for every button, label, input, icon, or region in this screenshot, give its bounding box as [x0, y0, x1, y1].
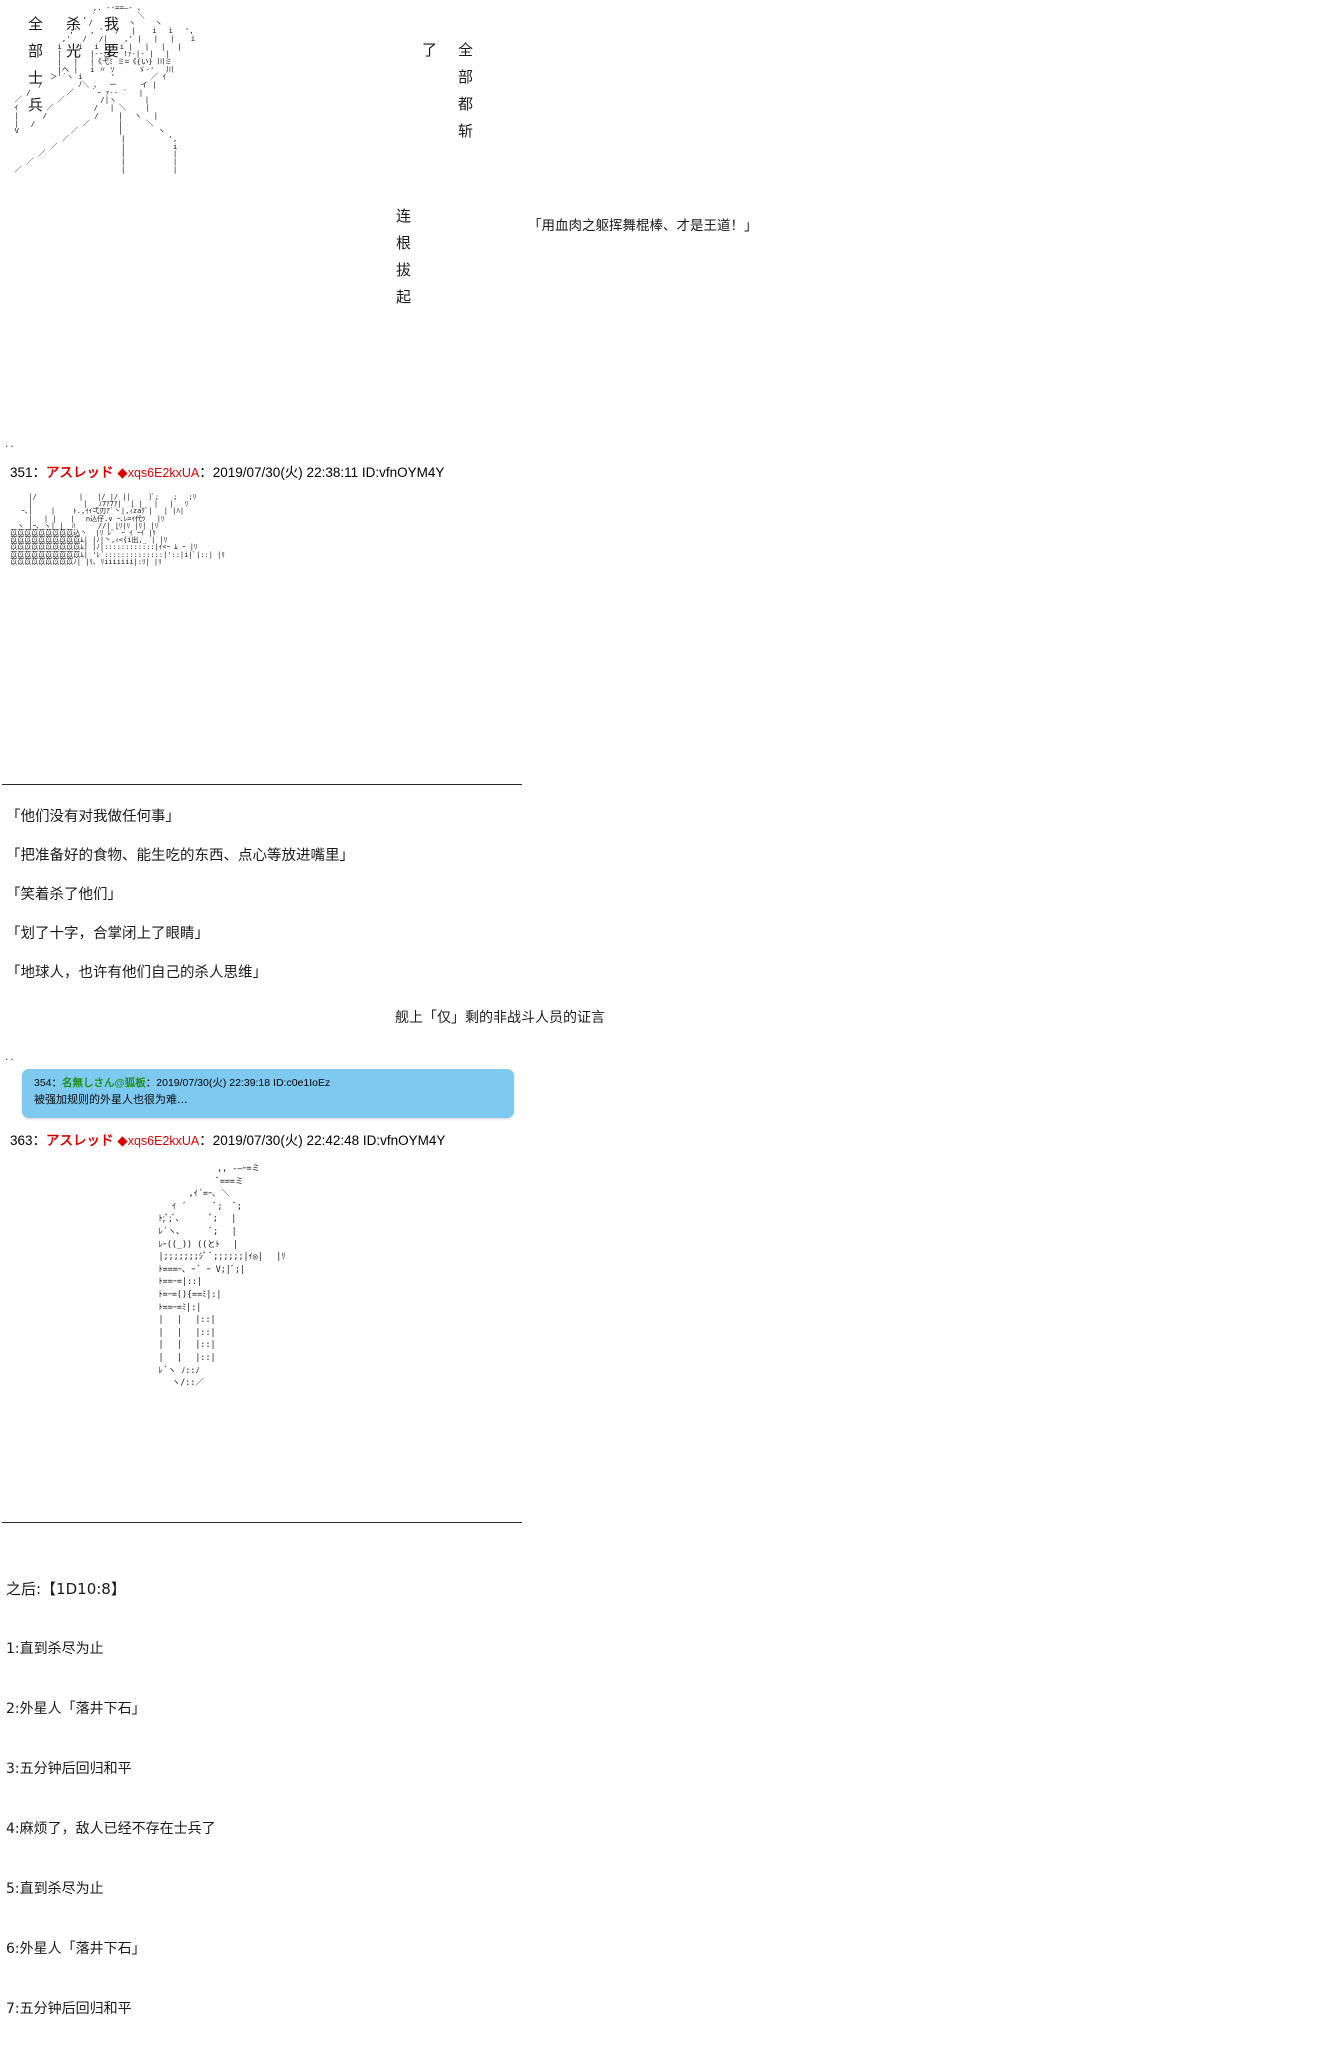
thread-page: 全部士兵 杀光 我要 了 全部都斩 连根拔起 ,. -‐==―- 、 , ´ ＼… — [0, 0, 1320, 2059]
post-sep: ： — [32, 1133, 47, 1148]
dice-option[interactable]: 2:外星人「落井下石」 — [6, 1699, 1320, 1719]
bottom-dots-top-panel: .. — [4, 440, 15, 450]
divider-351 — [2, 784, 522, 785]
post-id-363: ID:vfnOYM4Y — [362, 1133, 446, 1148]
vertical-text-mid-col-2: 全部都斩 — [456, 42, 474, 150]
dice-option[interactable]: 7:五分钟后回归和平 — [6, 1999, 1320, 2019]
post-date-354: 2019/07/30(火) 22:39:18 — [156, 1077, 271, 1089]
post-sep: ： — [51, 1077, 63, 1089]
dialogue-block-351: 「他们没有对我做任何事」 「把准备好的食物、能生吃的东西、点心等放进嘴里」 「笑… — [6, 803, 1320, 987]
post-id-351: ID:vfnOYM4Y — [361, 465, 445, 480]
dice-title: 之后:【1D10:8】 — [6, 1580, 126, 1598]
spacer-dots-mid: .. — [4, 1053, 15, 1063]
post-header-354: 354：名無しさん@狐板：2019/07/30(火) 22:39:18 ID:c… — [34, 1076, 504, 1090]
dice-option[interactable]: 6:外星人「落井下石」 — [6, 1939, 1320, 1959]
post-date-351: 2019/07/30(火) 22:38:11 — [212, 465, 359, 480]
dialogue-line: 「把准备好的食物、能生吃的东西、点心等放进嘴里」 — [6, 848, 354, 864]
ascii-art-top: ,. -‐==―- 、 , ´ ＼ / / ヽ ヽ ,' , ' / | i i… — [14, 3, 196, 174]
dice-option[interactable]: 5:直到杀尽为止 — [6, 1879, 1320, 1899]
highlighted-reply-354[interactable]: 354：名無しさん@狐板：2019/07/30(火) 22:39:18 ID:c… — [22, 1069, 514, 1118]
aa-panel-363: ,, -―ｰ=ミ ﾞ===ミ ,ｲ´=ｰ､ ＼ ｲ ´ ﾞ; ﾞ; ﾄ;ﾞ;ﾞ､… — [0, 1156, 1320, 1516]
dialogue-line: 「笑着杀了他们」 — [6, 887, 122, 903]
post-author-363[interactable]: アスレッド — [46, 1133, 114, 1148]
diamond-icon: ◆ — [117, 1133, 128, 1148]
post-author-351[interactable]: アスレッド — [46, 465, 114, 480]
dialogue-line: 「划了十字，合掌闭上了眼睛」 — [6, 926, 209, 942]
post-tripcode-363: xqs6E2kxUA — [127, 1134, 200, 1148]
vertical-text-mid-col-3: 连根拔起 — [394, 208, 412, 316]
post-date-363: 2019/07/30(火) 22:42:48 — [212, 1133, 360, 1148]
post-number-351[interactable]: 351 — [10, 465, 33, 480]
post-author-354[interactable]: 名無しさん@狐板 — [62, 1077, 146, 1089]
dialogue-line: 「他们没有对我做任何事」 — [6, 809, 180, 825]
ascii-art-351: |/ | |/ |/ || }ﾞ; ; ;ﾘ | | ﾉ7ｱ7ｱ| | | | … — [10, 493, 225, 566]
aa-panel-top: 全部士兵 杀光 我要 了 全部都斩 连根拔起 ,. -‐==―- 、 , ´ ＼… — [0, 0, 1320, 460]
post-header-351: 351：アスレッド ◆xqs6E2kxUA：2019/07/30(火) 22:3… — [4, 464, 1320, 482]
divider-363 — [2, 1522, 522, 1523]
dice-option[interactable]: 4:麻烦了，敌人已经不存在士兵了 — [6, 1819, 1320, 1839]
dialogue-line: 「地球人，也许有他们自己的杀人思维」 — [6, 965, 267, 981]
top-quote: 「用血肉之躯挥舞棍棒、才是王道！」 — [528, 218, 758, 234]
post-sep: ： — [199, 1133, 213, 1148]
post-number-363[interactable]: 363 — [10, 1133, 33, 1148]
vertical-text-mid-col-1: 了 — [420, 42, 438, 69]
post-sep: ： — [32, 465, 47, 480]
dialogue-caption: 舰上「仅」剩的非战斗人员的证言 — [395, 1010, 605, 1026]
diamond-icon: ◆ — [117, 465, 128, 480]
post-tripcode-351: xqs6E2kxUA — [127, 466, 200, 480]
post-body-354: 被强加规则的外星人也很为难... — [34, 1093, 188, 1106]
post-id-354: ID:c0e1IoEz — [273, 1077, 331, 1089]
dice-option[interactable]: 1:直到杀尽为止 — [6, 1639, 1320, 1659]
dice-option[interactable]: 3:五分钟后回归和平 — [6, 1759, 1320, 1779]
ascii-art-363: ,, -―ｰ=ミ ﾞ===ミ ,ｲ´=ｰ､ ＼ ｲ ´ ﾞ; ﾞ; ﾄ;ﾞ;ﾞ､… — [158, 1163, 286, 1388]
post-sep: ： — [199, 465, 213, 480]
post-header-363: 363：アスレッド ◆xqs6E2kxUA：2019/07/30(火) 22:4… — [4, 1132, 1320, 1150]
aa-panel-351: |/ | |/ |/ || }ﾞ; ; ;ﾘ | | ﾉ7ｱ7ｱ| | | | … — [0, 488, 1320, 778]
post-sep: ： — [145, 1077, 157, 1089]
post-number-354[interactable]: 354 — [34, 1077, 52, 1089]
dice-block: 之后:【1D10:8】 1:直到杀尽为止 2:外星人「落井下石」 3:五分钟后回… — [6, 1539, 1320, 2059]
